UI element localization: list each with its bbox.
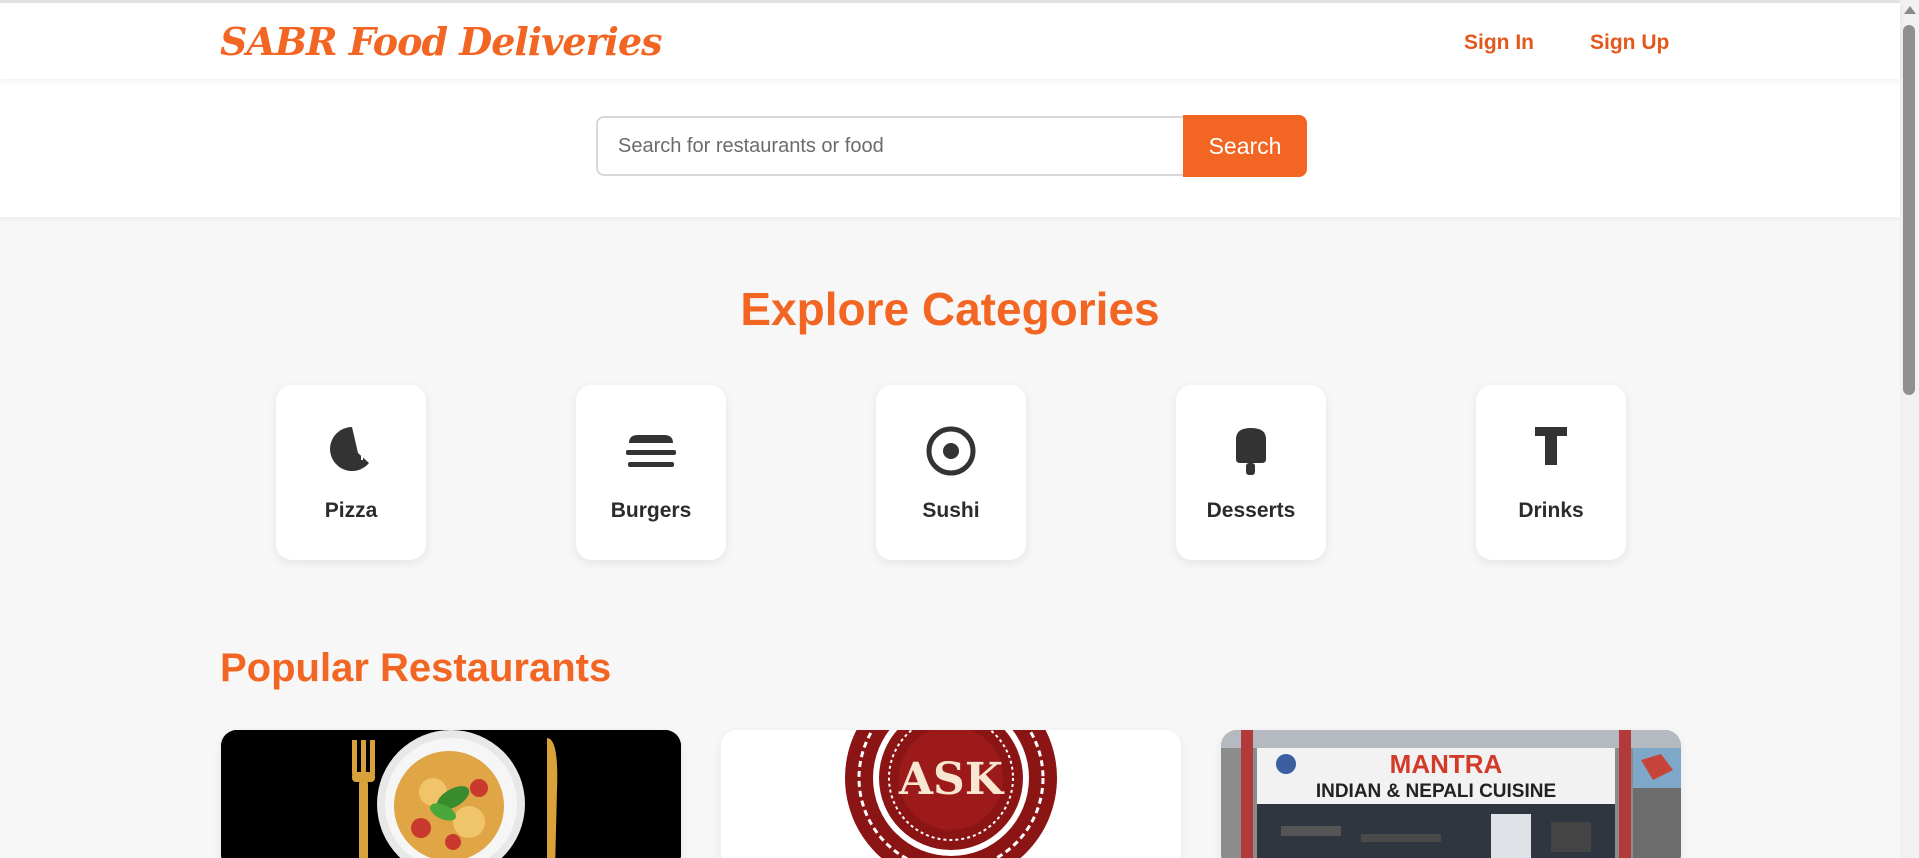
- category-label: Desserts: [1206, 499, 1296, 522]
- category-label: Sushi: [922, 499, 980, 522]
- categories-title: Explore Categories: [740, 283, 1160, 335]
- restaurant-card[interactable]: [221, 730, 681, 858]
- restaurant-card[interactable]: ASK: [721, 730, 1181, 858]
- popular-restaurants-title: Popular Restaurants: [220, 646, 612, 690]
- page-scrollbar[interactable]: [1900, 0, 1919, 858]
- category-card-sushi[interactable]: Sushi: [876, 385, 1026, 560]
- category-card-desserts[interactable]: Desserts: [1176, 385, 1326, 560]
- search-button[interactable]: Search: [1183, 115, 1307, 177]
- category-card-drinks[interactable]: Drinks: [1476, 385, 1626, 560]
- mantra-sign-subtitle: INDIAN & NEPALI CUISINE: [1316, 781, 1556, 802]
- scroll-up-arrow-icon[interactable]: [1904, 6, 1916, 14]
- sushi-icon: [926, 426, 976, 476]
- page: SABR Food Deliveries Sign In Sign Up Sea…: [0, 0, 1919, 858]
- category-label: Drinks: [1518, 499, 1584, 522]
- category-label: Burgers: [610, 499, 692, 522]
- mantra-sign-title: MANTRA: [1390, 749, 1503, 779]
- ice-cream-icon: [1236, 428, 1266, 475]
- scrollbar-thumb[interactable]: [1903, 25, 1915, 395]
- ask-logo-image: ASK: [721, 730, 1181, 858]
- ask-logo-text: ASK: [898, 754, 1005, 805]
- search-bar-section: Search: [0, 79, 1900, 217]
- restaurant-card[interactable]: MANTRA INDIAN & NEPALI CUISINE: [1221, 730, 1681, 858]
- sign-in-link[interactable]: Sign In: [1464, 31, 1534, 55]
- site-header: SABR Food Deliveries Sign In Sign Up: [0, 3, 1900, 79]
- site-logo[interactable]: SABR Food Deliveries: [220, 19, 663, 64]
- cocktail-icon: [1535, 427, 1567, 465]
- burger-icon: [626, 435, 676, 467]
- mantra-storefront-image: MANTRA INDIAN & NEPALI CUISINE: [1221, 730, 1681, 858]
- category-card-burgers[interactable]: Burgers: [576, 385, 726, 560]
- pizza-icon: [330, 427, 369, 471]
- category-card-pizza[interactable]: Pizza: [276, 385, 426, 560]
- pasta-plate-image: [221, 730, 681, 858]
- category-label: Pizza: [324, 499, 378, 522]
- search-input[interactable]: [596, 116, 1184, 176]
- sign-up-link[interactable]: Sign Up: [1590, 31, 1669, 55]
